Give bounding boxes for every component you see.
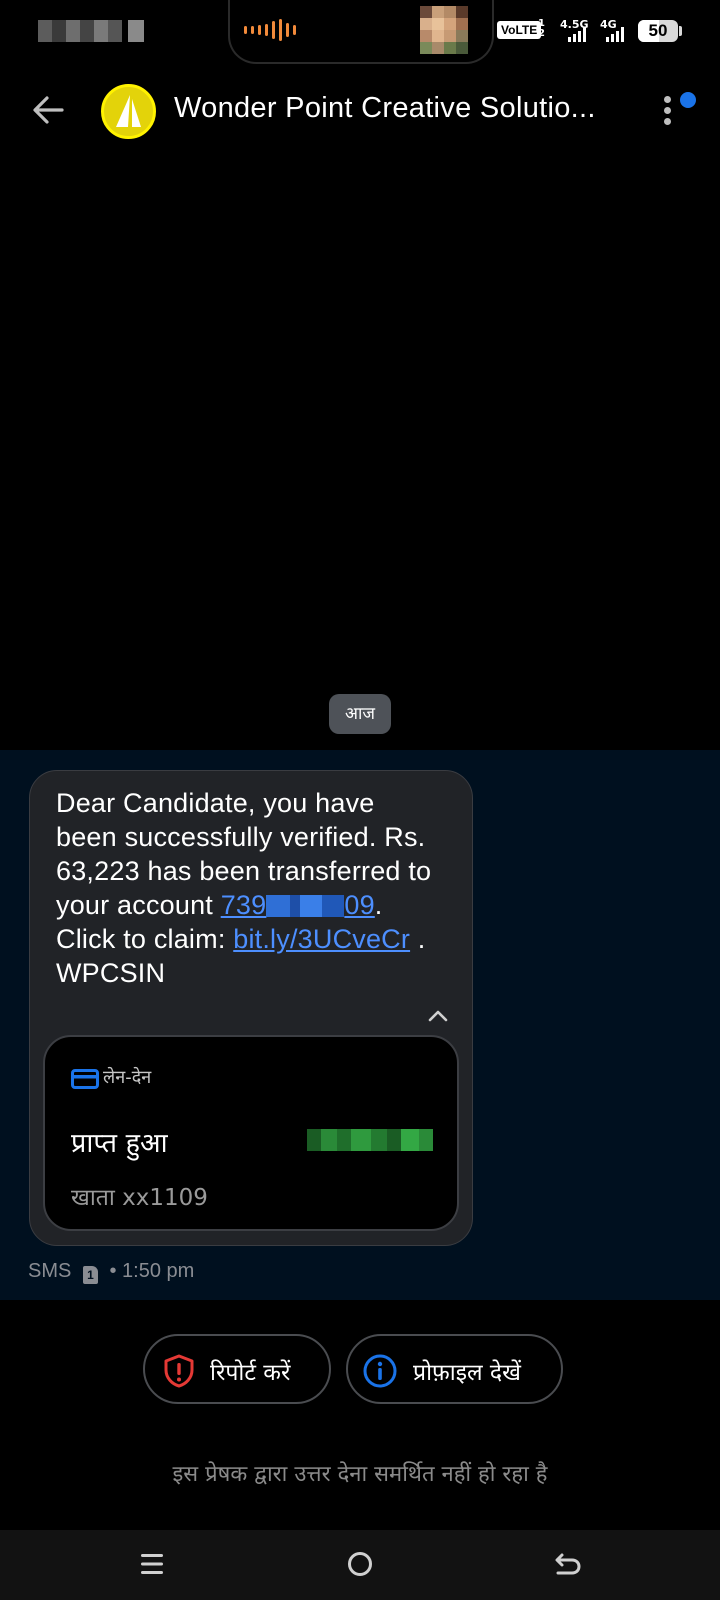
report-button[interactable]: रिपोर्ट करें [143, 1334, 331, 1404]
claim-link[interactable]: bit.ly/3UCveCr [233, 924, 410, 954]
card-label: लेन-देन [103, 1067, 152, 1088]
sim-indices: 1 2 [538, 18, 545, 39]
amount-masked [307, 1129, 433, 1151]
unread-indicator [680, 92, 696, 108]
system-nav-bar [0, 1530, 720, 1600]
reply-not-supported-notice: इस प्रेषक द्वारा उत्तर देना समर्थित नहीं… [172, 1462, 548, 1487]
camera-notch [228, 0, 494, 64]
message-meta: SMS 1 • 1:50 pm [28, 1260, 194, 1284]
home-button[interactable] [336, 1542, 384, 1586]
info-circle-icon [363, 1354, 397, 1388]
recents-button[interactable] [128, 1542, 176, 1586]
profile-label: प्रोफ़ाइल देखें [413, 1360, 521, 1386]
shield-alert-icon [164, 1354, 194, 1388]
date-chip: आज [329, 694, 391, 734]
user-avatar-pixelated [420, 6, 468, 54]
sail-logo-icon [116, 95, 141, 127]
battery-level: 50 [648, 21, 668, 40]
transaction-status: प्राप्त हुआ [71, 1128, 168, 1159]
contact-name[interactable]: Wonder Point Creative Solutio... [174, 92, 596, 125]
contact-avatar[interactable] [101, 84, 156, 139]
sim-icon: 1 [82, 1266, 98, 1284]
message-time: 1:50 pm [122, 1260, 195, 1282]
view-profile-button[interactable]: प्रोफ़ाइल देखें [346, 1334, 563, 1404]
message-bubble[interactable]: Dear Candidate, you have been successful… [29, 770, 473, 1246]
account-label: खाता xx1109 [71, 1185, 208, 1211]
chevron-up-icon [428, 1010, 448, 1022]
arrow-left-icon [33, 96, 64, 124]
report-label: रिपोर्ट करें [210, 1360, 291, 1386]
back-button[interactable] [26, 88, 70, 132]
volte-badge: VoLTE [497, 21, 542, 39]
signal-icon-1 [568, 27, 586, 42]
battery-icon: 50 [638, 20, 678, 42]
system-back-button[interactable] [544, 1542, 592, 1586]
meta-separator: • [109, 1260, 117, 1282]
circle-home-icon [348, 1552, 372, 1576]
message-channel: SMS [28, 1260, 72, 1282]
status-bar: VoLTE 1 2 4.5G 4G 50 [0, 0, 720, 64]
masked-digits [266, 892, 345, 917]
return-arrow-icon [555, 1553, 581, 1575]
menu-lines-icon [141, 1554, 163, 1574]
account-number-link[interactable]: 739 09 [221, 890, 375, 920]
signal-icon-2 [606, 27, 624, 42]
transaction-card[interactable]: लेन-देन प्राप्त हुआ खाता xx1109 [43, 1035, 459, 1231]
message-text[interactable]: Dear Candidate, you have been successful… [56, 786, 436, 990]
collapse-button[interactable] [425, 1007, 451, 1025]
credit-card-icon [71, 1069, 99, 1089]
